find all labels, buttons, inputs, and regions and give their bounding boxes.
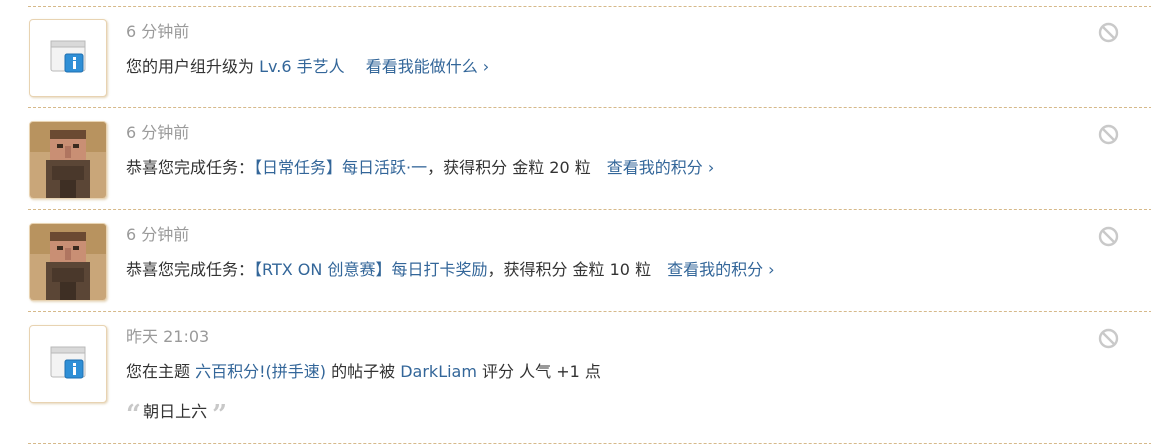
notice-message: 的帖子被 xyxy=(331,362,396,381)
notice-rating: 评分 人气 +1 点 xyxy=(482,362,601,381)
villager-avatar xyxy=(29,121,107,199)
notice-time: 6 分钟前 xyxy=(126,22,190,41)
notice-message: 您的用户组升级为 xyxy=(126,57,255,76)
thread-link[interactable]: 六百积分!(拼手速) xyxy=(195,362,326,381)
quote-text: 朝日上六 xyxy=(143,402,208,421)
view-credits-link[interactable]: 查看我的积分 › xyxy=(667,260,775,279)
divider xyxy=(28,311,1151,312)
divider xyxy=(28,107,1151,108)
ignore-notice-icon[interactable] xyxy=(1098,124,1119,145)
task-link[interactable]: 【RTX ON 创意赛】每日打卡奖励 xyxy=(254,260,487,279)
open-quote-icon: “ xyxy=(126,400,141,430)
notice-time: 6 分钟前 xyxy=(126,225,190,244)
notice-reward: ，获得积分 金粒 10 粒 xyxy=(487,260,652,279)
notice-message: 恭喜您完成任务： xyxy=(126,158,255,177)
close-quote-icon: ” xyxy=(212,400,227,430)
ignore-notice-icon[interactable] xyxy=(1098,22,1119,43)
view-credits-link[interactable]: 查看我的积分 › xyxy=(607,158,715,177)
divider xyxy=(28,443,1151,444)
notice-time: 6 分钟前 xyxy=(126,123,190,142)
notice-message: 您在主题 xyxy=(126,362,191,381)
divider xyxy=(28,6,1151,7)
notice-text: 恭喜您完成任务：【日常任务】每日活跃·一，获得积分 金粒 20 粒查看我的积分 … xyxy=(126,157,714,179)
notice-text: 您在主题 六百积分!(拼手速) 的帖子被 DarkLiam 评分 人气 +1 点 xyxy=(126,361,601,383)
system-info-icon xyxy=(29,19,107,97)
notice-text: 您的用户组升级为 Lv.6 手艺人 看看我能做什么 › xyxy=(126,56,489,78)
villager-avatar xyxy=(29,223,107,301)
ignore-notice-icon[interactable] xyxy=(1098,328,1119,349)
notice-text: 恭喜您完成任务：【RTX ON 创意赛】每日打卡奖励，获得积分 金粒 10 粒查… xyxy=(126,259,775,281)
notice-time: 昨天 21:03 xyxy=(126,327,210,346)
usergroup-link[interactable]: Lv.6 手艺人 xyxy=(259,57,345,76)
quote-block: “ 朝日上六 ” xyxy=(126,401,227,428)
task-link[interactable]: 【日常任务】每日活跃·一 xyxy=(254,158,427,177)
user-link[interactable]: DarkLiam xyxy=(400,362,477,381)
divider xyxy=(28,209,1151,210)
what-can-i-do-link[interactable]: 看看我能做什么 › xyxy=(366,57,490,76)
ignore-notice-icon[interactable] xyxy=(1098,226,1119,247)
notice-reward: ，获得积分 金粒 20 粒 xyxy=(427,158,591,177)
system-info-icon xyxy=(29,325,107,403)
notice-message: 恭喜您完成任务： xyxy=(126,260,255,279)
